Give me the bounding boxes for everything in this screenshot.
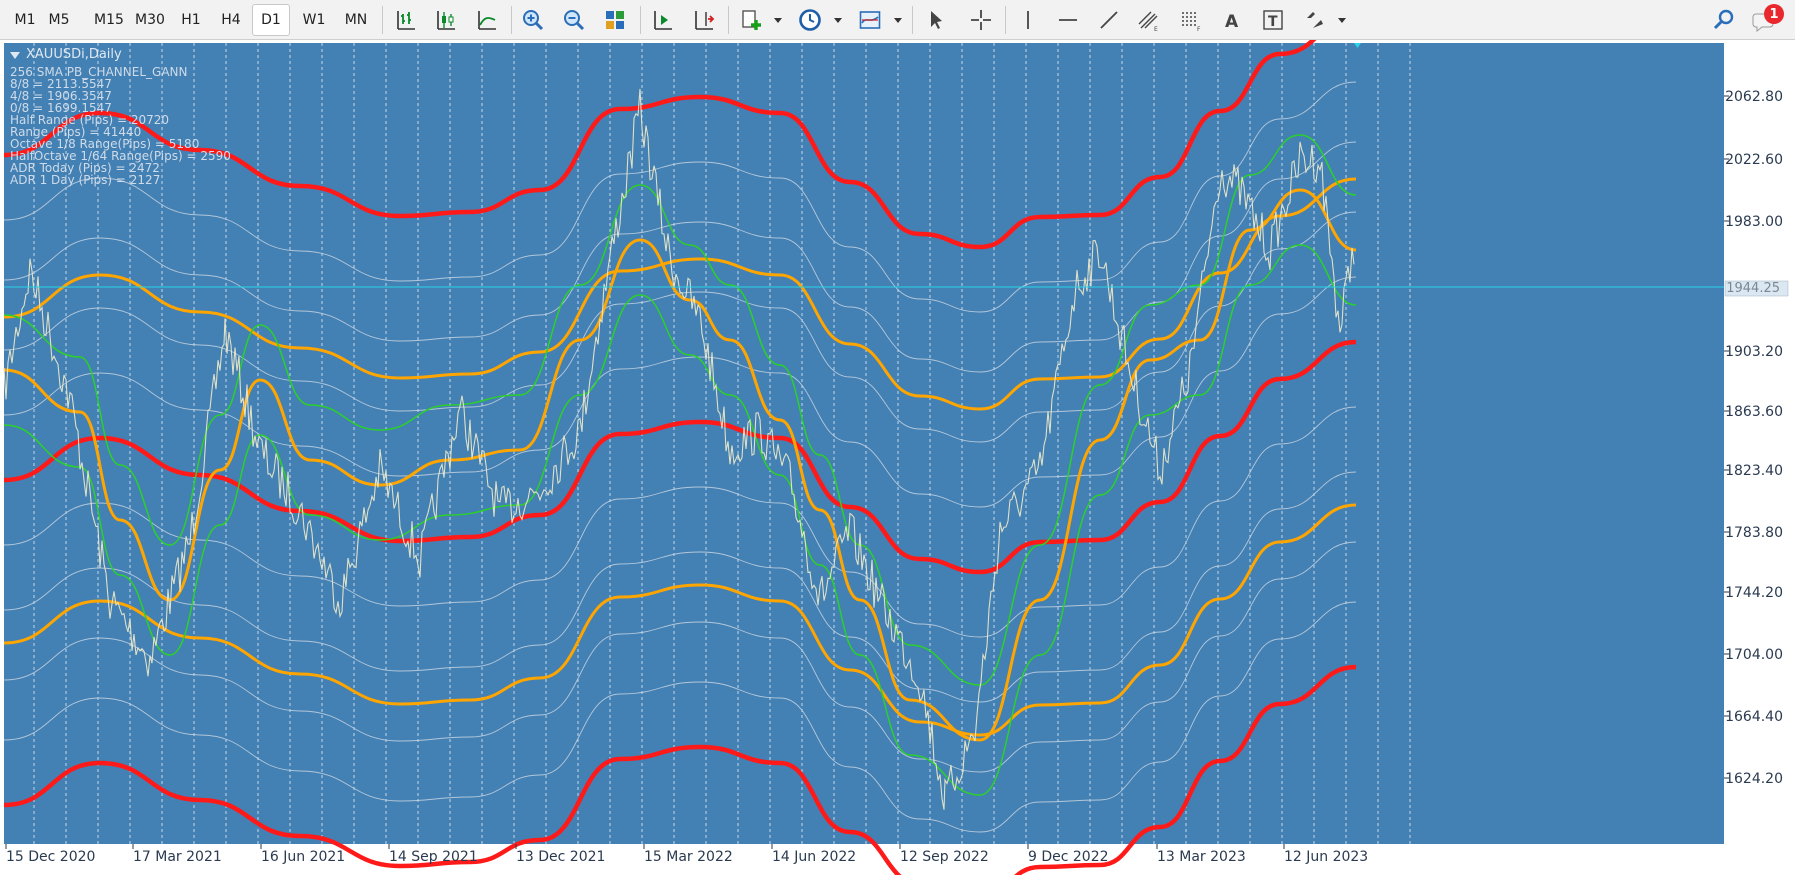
crosshair-icon[interactable] <box>963 4 999 36</box>
price-axis-label: 1823.40 <box>1725 463 1783 479</box>
price-axis-label: 2022.60 <box>1725 152 1783 168</box>
price-axis-label: 1983.00 <box>1725 214 1783 230</box>
timeframe-m1-button[interactable]: M1 <box>6 4 44 36</box>
price-axis-label: 2062.80 <box>1725 89 1783 105</box>
indicator-info-block: 256 SMA PB_CHANNEL_GANN 8/8 = 2113.5547 4/… <box>10 66 231 186</box>
zoom-out-icon[interactable] <box>556 4 592 36</box>
chevron-down-icon[interactable] <box>894 18 902 23</box>
toolbar-separator <box>511 6 512 34</box>
date-axis-label: 12 Sep 2022 <box>900 849 989 865</box>
trendline-icon[interactable] <box>1091 4 1127 36</box>
line-chart-icon[interactable] <box>469 4 505 36</box>
price-axis-label: 1704.00 <box>1725 647 1783 663</box>
timeframe-w1-button[interactable]: W1 <box>295 4 333 36</box>
vertical-line-icon[interactable] <box>1010 4 1046 36</box>
date-axis-label: 16 Jun 2021 <box>261 849 345 865</box>
chart-shift-icon[interactable] <box>686 4 722 36</box>
timeframe-m5-button[interactable]: M5 <box>40 4 78 36</box>
date-axis-label: 14 Jun 2022 <box>772 849 856 865</box>
current-price-label: 1944.25 <box>1726 281 1780 296</box>
price-axis-label: 1664.40 <box>1725 709 1783 725</box>
date-axis-label: 17 Mar 2021 <box>133 849 222 865</box>
svg-text:T: T <box>1268 14 1278 30</box>
auto-scroll-icon[interactable] <box>645 4 681 36</box>
date-axis-label: 12 Jun 2023 <box>1284 849 1368 865</box>
zoom-in-icon[interactable] <box>515 4 551 36</box>
price-axis-label: 1903.20 <box>1725 344 1783 360</box>
new-order-icon[interactable] <box>733 4 769 36</box>
toolbar-separator <box>640 6 641 34</box>
horizontal-line-icon[interactable] <box>1050 4 1086 36</box>
price-axis-label: 1783.80 <box>1725 525 1783 541</box>
date-axis-label: 15 Dec 2020 <box>6 849 95 865</box>
date-axis-label: 14 Sep 2021 <box>389 849 478 865</box>
price-axis-label: 1624.20 <box>1725 771 1783 787</box>
svg-text:F: F <box>1197 26 1201 32</box>
toolbar-separator <box>1005 6 1006 34</box>
price-axis-label: 1863.60 <box>1725 404 1783 420</box>
search-icon[interactable] <box>1706 4 1742 36</box>
text-icon[interactable]: A <box>1214 4 1250 36</box>
clock-icon[interactable] <box>792 4 828 36</box>
date-axis-label: 13 Mar 2023 <box>1157 849 1246 865</box>
price-axis-label: 1744.20 <box>1725 585 1783 601</box>
svg-text:A: A <box>1225 12 1239 32</box>
timeframe-mn-button[interactable]: MN <box>336 4 376 36</box>
symbol-title: XAUUSDi,Daily <box>26 47 122 62</box>
svg-text:E: E <box>1154 26 1158 32</box>
toolbar-separator <box>912 6 913 34</box>
chevron-down-icon[interactable] <box>774 18 782 23</box>
price-chart[interactable]: 2062.80 2022.60 1983.00 1903.20 1863.60 1823.… <box>0 40 1795 875</box>
candlestick-chart-icon[interactable] <box>428 4 464 36</box>
collapse-triangle-icon[interactable] <box>10 52 20 59</box>
timeframe-d1-button[interactable]: D1 <box>252 4 290 36</box>
date-axis-label: 9 Dec 2022 <box>1028 849 1109 865</box>
date-axis-label: 15 Mar 2022 <box>644 849 733 865</box>
equidistant-channel-icon[interactable]: E <box>1131 4 1167 36</box>
cursor-icon[interactable] <box>919 4 955 36</box>
timeframe-h1-button[interactable]: H1 <box>172 4 210 36</box>
tile-windows-icon[interactable] <box>597 4 633 36</box>
notification-badge[interactable]: 1 <box>1764 4 1784 24</box>
indicator-line: ADR 1 Day (Pips) = 2127 <box>10 173 161 187</box>
toolbar: M1 M5 M15 M30 H1 H4 D1 W1 MN E F A T 1 <box>0 0 1795 40</box>
fibonacci-icon[interactable]: F <box>1173 4 1209 36</box>
text-label-icon[interactable]: T <box>1255 4 1291 36</box>
toolbar-separator <box>382 6 383 34</box>
timeframe-h4-button[interactable]: H4 <box>212 4 250 36</box>
timeframe-m30-button[interactable]: M30 <box>130 4 170 36</box>
arrows-icon[interactable] <box>1297 4 1333 36</box>
date-axis-label: 13 Dec 2021 <box>516 849 605 865</box>
indicators-icon[interactable] <box>852 4 888 36</box>
bar-chart-icon[interactable] <box>388 4 424 36</box>
toolbar-separator <box>728 6 729 34</box>
timeframe-m15-button[interactable]: M15 <box>89 4 129 36</box>
chevron-down-icon[interactable] <box>834 18 842 23</box>
chevron-down-icon[interactable] <box>1338 18 1346 23</box>
